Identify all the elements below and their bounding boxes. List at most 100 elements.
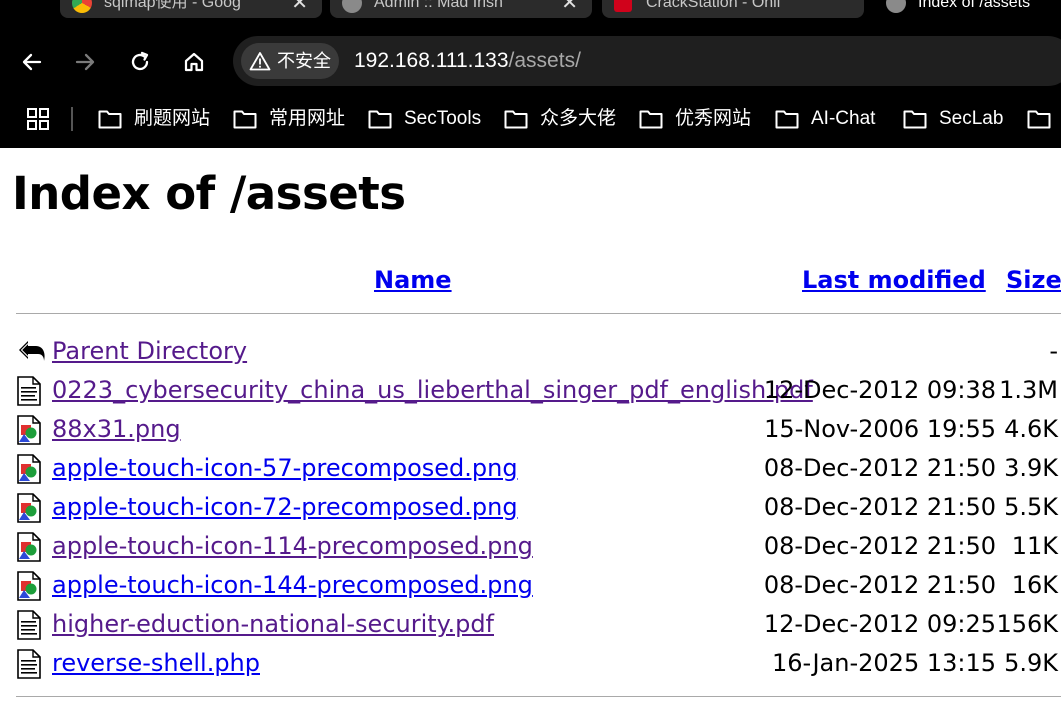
address-bar[interactable]: 不安全 192.168.111.133/assets/ bbox=[233, 36, 1061, 86]
folder-icon bbox=[504, 110, 528, 129]
folder-icon bbox=[98, 110, 122, 129]
bookmark-label: SecTools bbox=[404, 108, 482, 129]
table-row: higher-eduction-national-security.pdf 12-… bbox=[0, 604, 1061, 643]
back-icon bbox=[16, 337, 48, 369]
close-tab-icon[interactable]: ✕ bbox=[561, 0, 578, 18]
last-modified-cell: 08-Dec-2012 21:50 bbox=[763, 532, 996, 560]
globe-favicon-icon bbox=[342, 0, 362, 13]
folder-icon bbox=[368, 110, 392, 129]
image-file-icon bbox=[16, 454, 42, 488]
page-title: Index of /assets bbox=[12, 167, 406, 220]
image-file-icon bbox=[16, 571, 42, 605]
table-row: apple-touch-icon-114-precomposed.png 08-D… bbox=[0, 526, 1061, 565]
file-link[interactable]: higher-eduction-national-security.pdf bbox=[52, 604, 494, 644]
chrome-favicon-icon bbox=[72, 0, 92, 13]
file-link[interactable]: apple-touch-icon-57-precomposed.png bbox=[52, 448, 518, 488]
arrow-left-icon bbox=[22, 53, 42, 71]
file-link[interactable]: apple-touch-icon-72-precomposed.png bbox=[52, 487, 518, 527]
globe-favicon-icon bbox=[886, 0, 906, 13]
file-link[interactable]: 88x31.png bbox=[52, 409, 181, 449]
file-link[interactable]: 0223_cybersecurity_china_us_lieberthal_s… bbox=[52, 370, 813, 410]
toolbar: 不安全 192.168.111.133/assets/ bbox=[0, 22, 1061, 102]
forward-button[interactable] bbox=[71, 48, 99, 76]
table-row: 0223_cybersecurity_china_us_lieberthal_s… bbox=[0, 370, 1061, 409]
last-modified-cell: 08-Dec-2012 21:50 bbox=[763, 454, 996, 482]
back-button[interactable] bbox=[18, 48, 46, 76]
tab-title: CrackStation - Onli bbox=[646, 0, 781, 11]
file-link[interactable]: reverse-shell.php bbox=[52, 643, 260, 683]
size-cell: - bbox=[1049, 337, 1058, 365]
size-cell: 11K bbox=[1011, 532, 1058, 560]
image-file-icon bbox=[16, 415, 42, 449]
home-button[interactable] bbox=[180, 48, 208, 76]
last-modified-cell: 12-Dec-2012 09:38 bbox=[763, 376, 996, 404]
folder-icon bbox=[775, 110, 799, 129]
column-header-last-modified[interactable]: Last modified bbox=[802, 262, 986, 298]
warning-icon bbox=[249, 52, 271, 71]
size-cell: 1.3M bbox=[999, 376, 1058, 404]
file-link[interactable]: apple-touch-icon-144-precomposed.png bbox=[52, 565, 533, 605]
tab-title: Index of /assets bbox=[918, 0, 1031, 11]
tab-title: sqlmap使用 - Goog bbox=[104, 0, 241, 11]
table-row: 88x31.png 15-Nov-2006 19:55 4.6K bbox=[0, 409, 1061, 448]
image-file-icon bbox=[16, 532, 42, 566]
bookmarks-bar: 刷题网站 常用网址 SecTools 众多大佬 优秀网站 AI-Chat Sec… bbox=[0, 102, 1061, 148]
text-file-icon bbox=[16, 376, 42, 410]
text-file-icon bbox=[16, 610, 42, 644]
table-row: apple-touch-icon-144-precomposed.png 08-D… bbox=[0, 565, 1061, 604]
text-file-icon bbox=[16, 649, 42, 683]
folder-icon bbox=[233, 110, 257, 129]
security-label: 不安全 bbox=[277, 51, 331, 71]
url-host: 192.168.111.133 bbox=[354, 49, 509, 72]
size-cell: 4.6K bbox=[1004, 415, 1058, 443]
reload-icon bbox=[131, 51, 149, 71]
bookmark-label: 刷题网站 bbox=[134, 108, 211, 129]
header-divider bbox=[16, 313, 1061, 314]
size-cell: 156K bbox=[996, 610, 1058, 638]
site-info-button[interactable]: 不安全 bbox=[241, 43, 339, 79]
table-row: reverse-shell.php 16-Jan-2025 13:15 5.9K bbox=[0, 643, 1061, 682]
tab-sqlmap[interactable]: sqlmap使用 - Goog ✕ bbox=[60, 0, 322, 18]
footer-divider bbox=[16, 696, 1061, 697]
tab-strip: sqlmap使用 - Goog ✕ Admin :: Mad Irish ✕ C… bbox=[0, 0, 1061, 22]
reload-button[interactable] bbox=[126, 48, 154, 76]
bookmark-label: AI-Chat bbox=[811, 108, 876, 129]
parent-directory-row: Parent Directory - bbox=[0, 331, 1061, 370]
size-cell: 16K bbox=[1011, 571, 1058, 599]
file-link[interactable]: apple-touch-icon-114-precomposed.png bbox=[52, 526, 533, 566]
table-row: apple-touch-icon-57-precomposed.png 08-De… bbox=[0, 448, 1061, 487]
apps-grid-icon[interactable] bbox=[26, 107, 50, 131]
bookmark-label: SecLab bbox=[939, 108, 1004, 129]
tab-index-assets[interactable]: Index of /assets bbox=[874, 0, 1061, 18]
bookmark-label: 常用网址 bbox=[269, 108, 346, 129]
url-text[interactable]: 192.168.111.133/assets/ bbox=[354, 36, 581, 86]
crackstation-favicon-icon bbox=[614, 0, 632, 12]
tab-title: Admin :: Mad Irish bbox=[374, 0, 503, 11]
last-modified-cell: 12-Dec-2012 09:25 bbox=[763, 610, 996, 638]
bookmark-label: 优秀网站 bbox=[675, 108, 752, 129]
last-modified-cell: 16-Jan-2025 13:15 bbox=[771, 649, 996, 677]
size-cell: 3.9K bbox=[1004, 454, 1058, 482]
last-modified-cell: 15-Nov-2006 19:55 bbox=[764, 415, 996, 443]
last-modified-cell: 08-Dec-2012 21:50 bbox=[763, 571, 996, 599]
folder-icon bbox=[903, 110, 927, 129]
bookmarks-separator bbox=[71, 107, 73, 131]
last-modified-cell: 08-Dec-2012 21:50 bbox=[763, 493, 996, 521]
table-row: apple-touch-icon-72-precomposed.png 08-De… bbox=[0, 487, 1061, 526]
column-header-name[interactable]: Name bbox=[374, 262, 452, 298]
folder-icon bbox=[639, 110, 663, 129]
page-content: Index of /assets Name Last modified Size… bbox=[0, 148, 1061, 702]
tab-crackstation[interactable]: CrackStation - Onli bbox=[602, 0, 864, 18]
browser-chrome: sqlmap使用 - Goog ✕ Admin :: Mad Irish ✕ C… bbox=[0, 0, 1061, 148]
url-path: /assets/ bbox=[508, 49, 581, 72]
bookmark-label: 众多大佬 bbox=[540, 108, 617, 129]
size-cell: 5.9K bbox=[1004, 649, 1058, 677]
arrow-right-icon bbox=[75, 53, 95, 71]
parent-directory-link[interactable]: Parent Directory bbox=[52, 331, 247, 371]
close-tab-icon[interactable]: ✕ bbox=[291, 0, 308, 18]
column-header-size[interactable]: Size bbox=[1006, 262, 1061, 298]
folder-icon bbox=[1027, 110, 1051, 129]
tab-admin[interactable]: Admin :: Mad Irish ✕ bbox=[330, 0, 592, 18]
home-icon bbox=[184, 52, 204, 72]
size-cell: 5.5K bbox=[1004, 493, 1058, 521]
